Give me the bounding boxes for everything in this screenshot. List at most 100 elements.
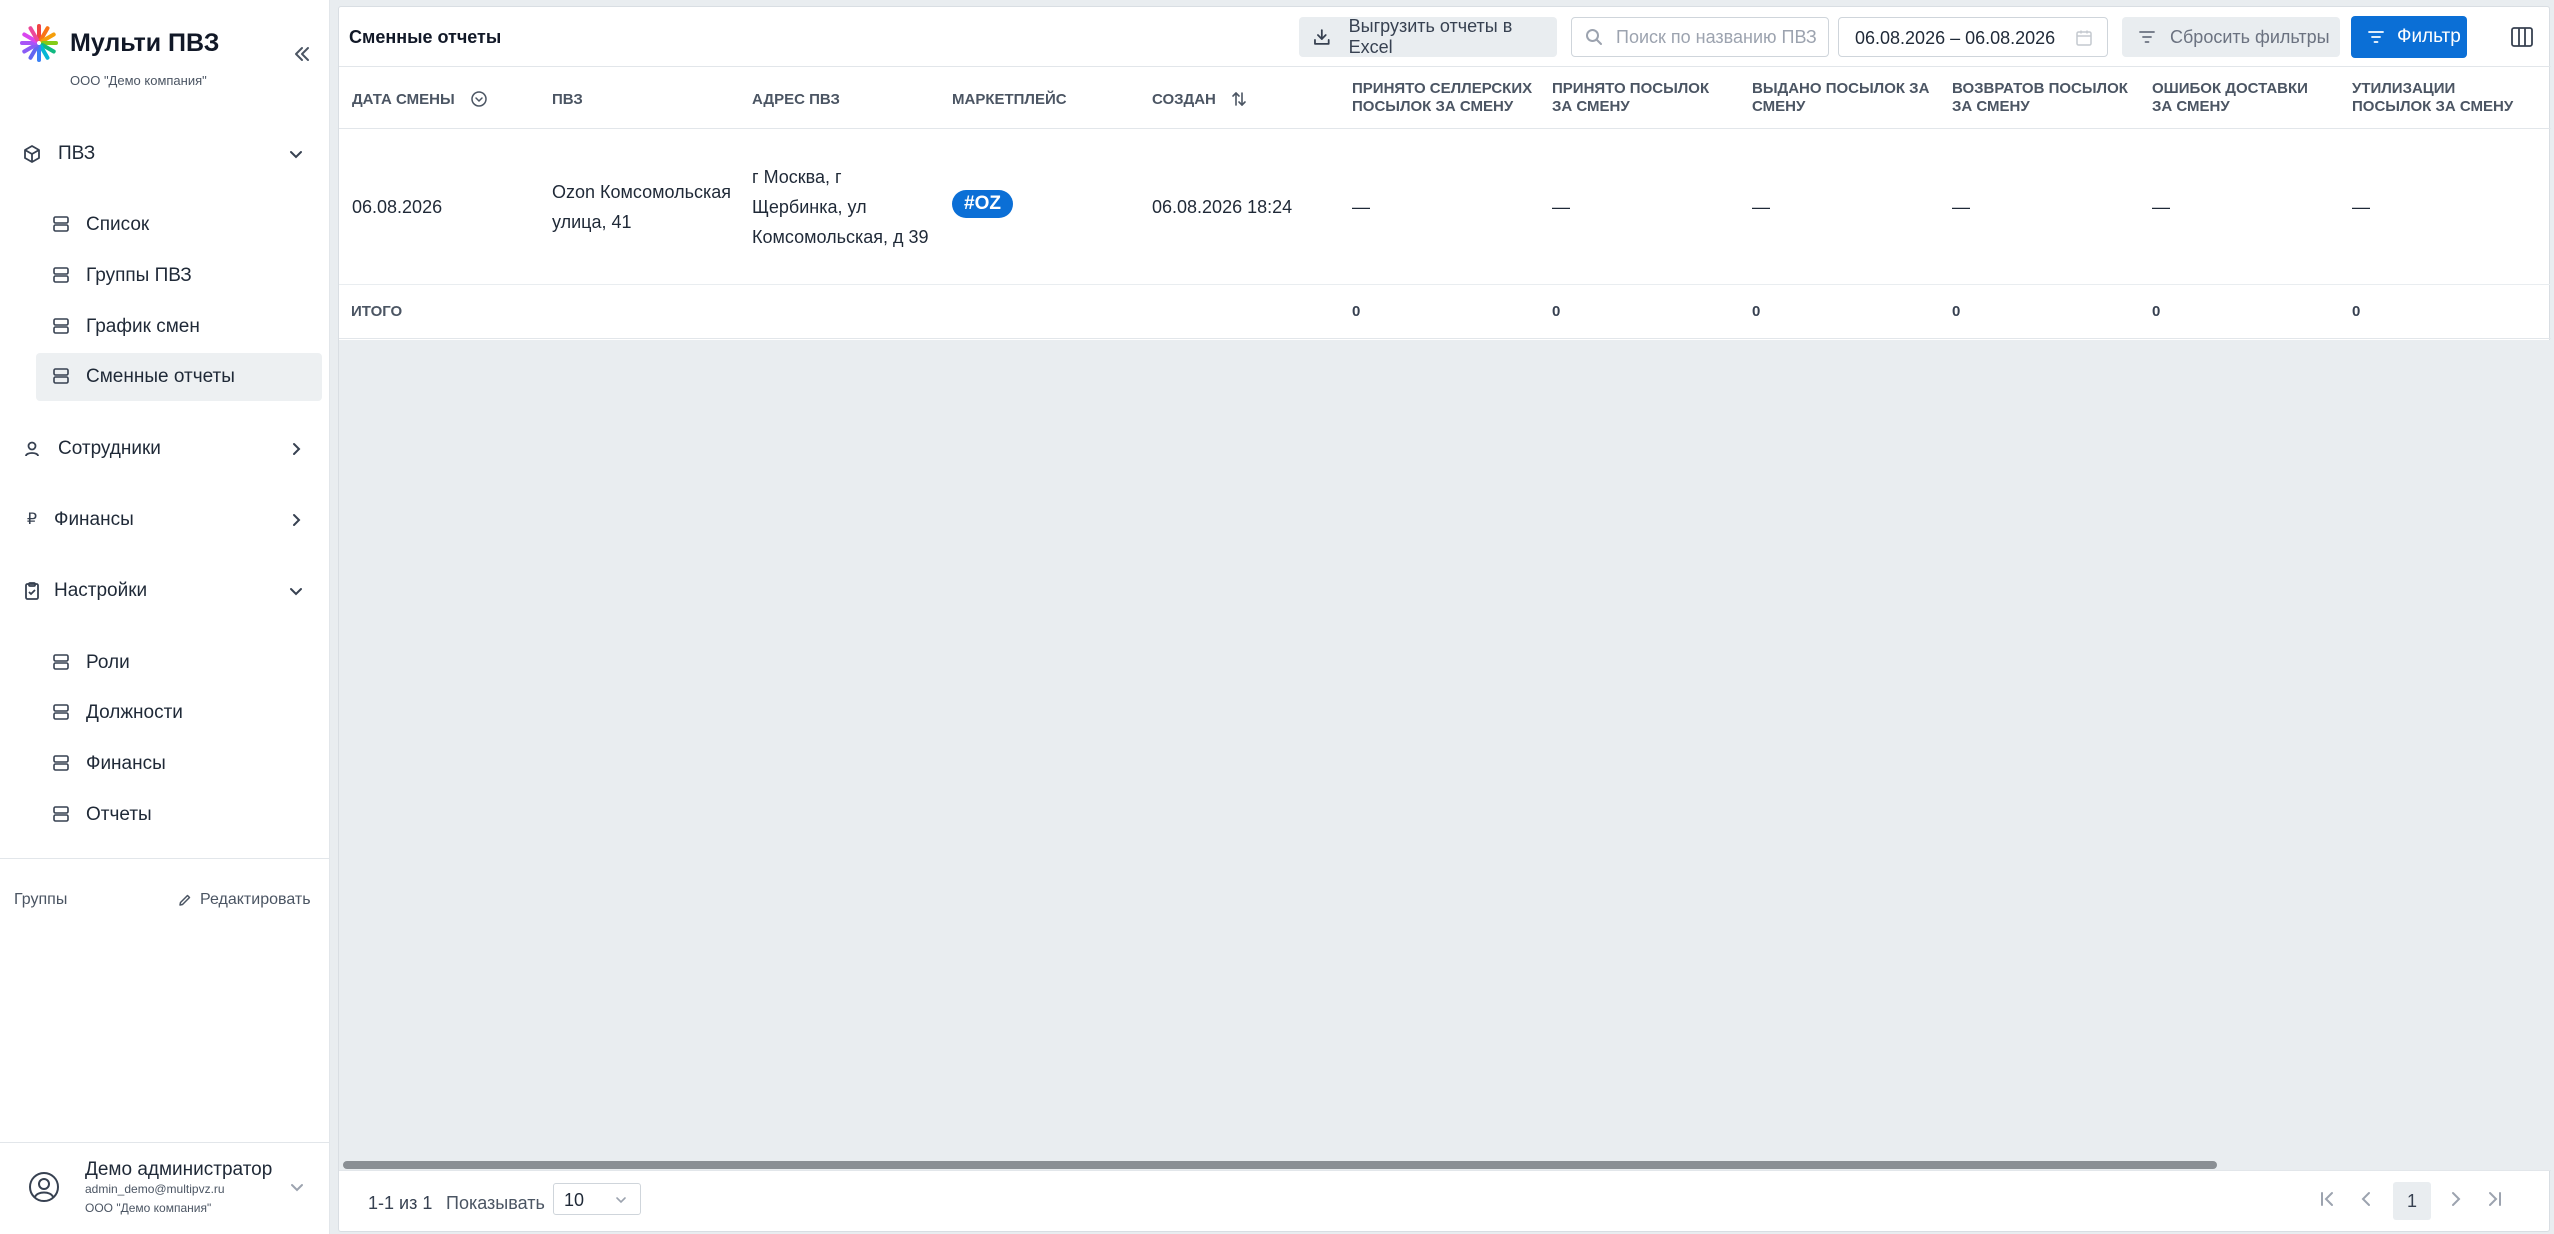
cell-address-line: г Москва, г: [752, 167, 842, 187]
export-excel-button[interactable]: Выгрузить отчеты в Excel: [1299, 16, 1557, 57]
sidebar-item-reports[interactable]: Отчеты: [36, 791, 322, 839]
stack-icon: [53, 755, 69, 771]
user-avatar-icon: [29, 1172, 59, 1202]
search-input[interactable]: [1616, 26, 1816, 48]
nav-section-settings[interactable]: Настройки: [0, 569, 330, 613]
col-header-marketplace[interactable]: Маркетплейс: [952, 91, 1067, 109]
chevron-down-icon: [290, 588, 302, 596]
search-field[interactable]: [1571, 17, 1829, 57]
col-header-delivery-errors[interactable]: Ошибок доставки за смену: [2152, 80, 2308, 116]
sidebar-item-label: График смен: [86, 316, 200, 337]
nav-section-pvz[interactable]: ПВЗ: [0, 132, 330, 176]
chevron-right-icon: [293, 514, 301, 526]
cell-address-line: Щербинка, ул: [752, 197, 867, 217]
total-label: Итого: [351, 303, 403, 320]
page-size-select[interactable]: 10: [553, 1183, 641, 1215]
current-page-button[interactable]: 1: [2393, 1182, 2431, 1220]
col-header-returns[interactable]: Возвратов посылок за смену: [1952, 80, 2128, 116]
reset-filters-button[interactable]: Сбросить фильтры: [2122, 17, 2340, 57]
main-card: Сменные отчеты Выгрузить отчеты в Excel …: [338, 6, 2551, 1232]
table-empty-area: [339, 340, 2551, 1170]
nav-section-employees-label: Сотрудники: [58, 438, 161, 459]
col-header-line: Ошибок доставки: [2152, 80, 2308, 97]
col-header-line: за смену: [1952, 98, 2030, 115]
filter-button[interactable]: Фильтр: [2351, 16, 2467, 58]
col-header-line: Принято посылок: [1552, 80, 1710, 97]
caret-down-icon: [616, 1197, 626, 1204]
columns-icon[interactable]: [2509, 24, 2535, 50]
sidebar-item-list[interactable]: Список: [36, 201, 322, 249]
sidebar-item-positions[interactable]: Должности: [36, 689, 322, 737]
nav-section-finance-label: Финансы: [54, 509, 134, 530]
sidebar-item-roles[interactable]: Роли: [36, 639, 322, 687]
sort-arrows-icon[interactable]: [1230, 90, 1248, 108]
first-page-icon[interactable]: [2315, 1186, 2341, 1212]
col-header-created[interactable]: Создан: [1152, 91, 1216, 109]
col-header-line: Утилизации: [2352, 80, 2456, 97]
cell-shift-date: 06.08.2026: [352, 197, 443, 217]
nav-section-finance[interactable]: ₽ Финансы: [0, 498, 330, 542]
sidebar-divider: [0, 858, 330, 859]
double-chevron-left-icon: [295, 47, 309, 61]
col-header-line: посылок за смену: [1352, 98, 1514, 115]
cell-created: 06.08.2026 18:24: [1152, 197, 1293, 217]
edit-groups-button[interactable]: Редактировать: [178, 891, 311, 909]
col-header-address[interactable]: Адрес ПВЗ: [752, 91, 840, 109]
sidebar-item-settings-finance[interactable]: Финансы: [36, 740, 322, 788]
col-header-line: смену: [1752, 98, 1806, 115]
prev-page-icon[interactable]: [2354, 1186, 2380, 1212]
cell-address-line: Комсомольская, д 39: [752, 227, 929, 247]
ruble-icon: ₽: [26, 511, 38, 528]
sidebar-item-label: Финансы: [86, 753, 166, 774]
sidebar-item-pvz-groups[interactable]: Группы ПВЗ: [36, 252, 322, 300]
total-issued: 0: [1752, 303, 1761, 320]
sidebar-item-shift-reports[interactable]: Сменные отчеты: [36, 353, 322, 401]
nav-section-employees[interactable]: Сотрудники: [0, 427, 330, 471]
sort-toggle-icon[interactable]: [470, 90, 488, 108]
edit-groups-label: Редактировать: [200, 891, 311, 908]
stack-icon: [53, 318, 69, 334]
filter-lines-icon: [2368, 31, 2384, 43]
cell-pvz-line: Ozon Комсомольская: [552, 182, 732, 202]
sidebar-item-label: Роли: [86, 652, 130, 673]
horizontal-scrollbar[interactable]: [343, 1161, 2217, 1169]
stack-icon: [53, 704, 69, 720]
cell-seller-accepted: —: [1352, 197, 1370, 217]
export-excel-label: Выгрузить отчеты в Excel: [1348, 16, 1513, 57]
table-row[interactable]: 06.08.2026 Ozon Комсомольская улица, 41 …: [339, 130, 2551, 285]
date-range-picker[interactable]: 06.08.2026 – 06.08.2026: [1838, 17, 2108, 57]
brand-logo-icon: [20, 24, 58, 62]
clipboard-icon: [25, 582, 39, 600]
stack-icon: [53, 368, 69, 384]
user-name[interactable]: Демо администратор: [85, 1159, 272, 1181]
cell-returns: —: [1952, 197, 1970, 217]
col-header-pvz[interactable]: ПВЗ: [552, 91, 583, 109]
filter-lines-icon: [2139, 31, 2155, 43]
col-header-line: Принято селлерских: [1352, 80, 1533, 97]
brand-subtitle: ООО "Демо компания": [70, 73, 207, 88]
col-header-seller-accepted[interactable]: Принято селлерских посылок за смену: [1352, 80, 1532, 116]
sidebar-item-label: Группы ПВЗ: [86, 265, 192, 286]
total-returns: 0: [1952, 303, 1961, 320]
stack-icon: [53, 654, 69, 670]
groups-label: Группы: [14, 891, 68, 908]
last-page-icon[interactable]: [2481, 1186, 2507, 1212]
col-header-line: Возвратов посылок: [1952, 80, 2128, 97]
reset-filters-label: Сбросить фильтры: [2170, 26, 2330, 47]
next-page-icon[interactable]: [2442, 1186, 2468, 1212]
sidebar-item-label: Список: [86, 214, 150, 235]
table-total-row: Итого 0 0 0 0 0 0: [339, 285, 2551, 339]
col-header-accepted[interactable]: Принято посылок за смену: [1552, 80, 1709, 116]
user-divider: [0, 1142, 330, 1143]
collapse-sidebar-button[interactable]: [290, 44, 314, 68]
sidebar-item-label: Отчеты: [86, 804, 152, 825]
pencil-icon: [179, 894, 191, 906]
toolbar: Сменные отчеты Выгрузить отчеты в Excel …: [339, 7, 2551, 67]
sidebar-item-label: Должности: [86, 702, 183, 723]
sidebar-item-shift-schedule[interactable]: График смен: [36, 303, 322, 351]
brand[interactable]: Мульти ПВЗ: [18, 22, 219, 64]
chevron-down-icon[interactable]: [289, 1179, 305, 1195]
col-header-disposal[interactable]: Утилизации посылок за смену: [2352, 80, 2513, 116]
col-header-shift-date[interactable]: Дата смены: [352, 91, 455, 109]
col-header-issued[interactable]: Выдано посылок за смену: [1752, 80, 1929, 116]
